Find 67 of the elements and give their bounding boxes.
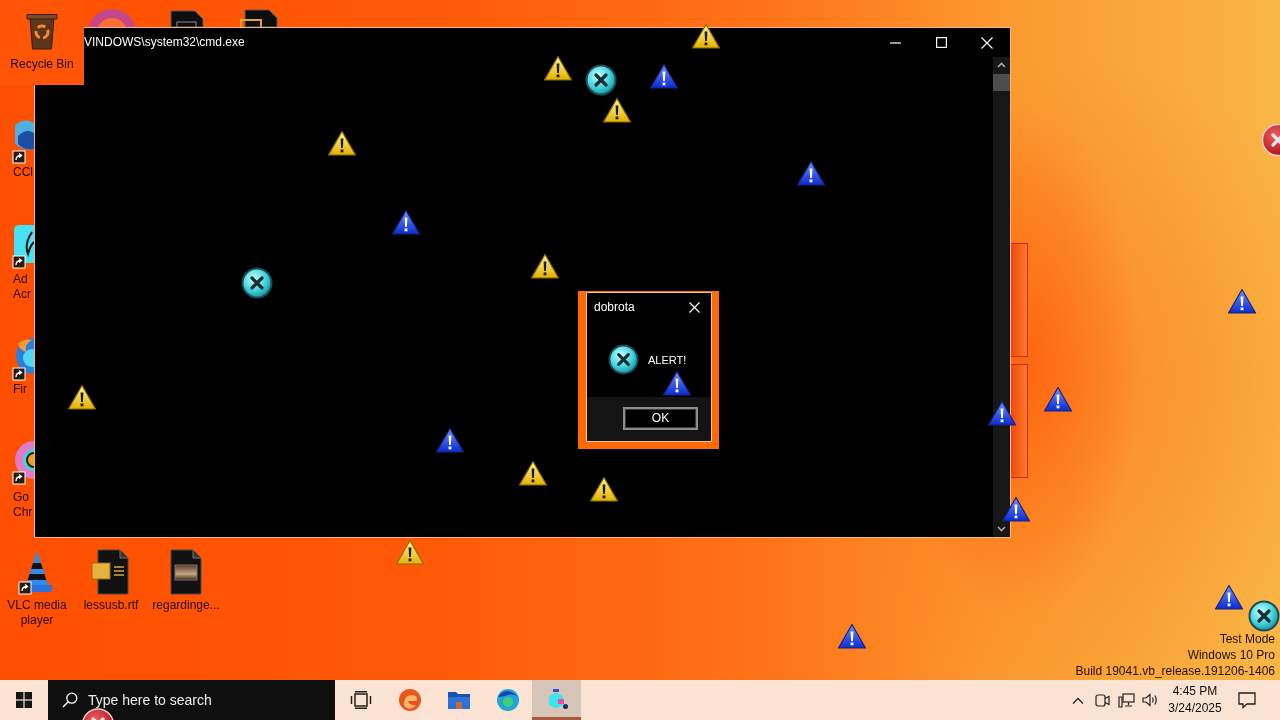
warning-icon bbox=[602, 97, 632, 124]
warning-icon bbox=[1001, 496, 1031, 523]
warning-icon bbox=[1043, 386, 1073, 413]
warning-icon bbox=[796, 160, 826, 187]
maximize-icon bbox=[935, 37, 947, 48]
warning-icon bbox=[691, 23, 721, 50]
system-info-text: Test Mode bbox=[1219, 631, 1275, 647]
warning-icon bbox=[543, 55, 573, 82]
recycle-bin-icon[interactable] bbox=[24, 11, 60, 51]
taskbar-app-button[interactable] bbox=[532, 680, 581, 720]
warning-icon bbox=[518, 460, 548, 487]
warning-icon bbox=[327, 130, 357, 157]
chevron-up-icon[interactable] bbox=[1072, 696, 1084, 704]
ok-button[interactable]: OK bbox=[623, 406, 698, 430]
desktop-icon-label: Ad Acr bbox=[13, 272, 32, 302]
error-icon bbox=[1248, 600, 1280, 632]
warning-icon bbox=[1227, 288, 1257, 315]
close-icon bbox=[689, 301, 700, 313]
system-info-text: Build 19041.vb_release.191206-1406 bbox=[1075, 663, 1275, 679]
app-icon[interactable] bbox=[12, 224, 34, 270]
browser-icon bbox=[495, 688, 520, 712]
error-icon bbox=[585, 64, 617, 96]
notification-icon bbox=[1238, 691, 1256, 709]
warning-icon bbox=[530, 253, 560, 280]
desktop-icon-label: VLC media player bbox=[6, 598, 68, 628]
document-icon[interactable] bbox=[170, 10, 204, 27]
error-icon bbox=[608, 343, 639, 375]
warning-icon bbox=[1214, 584, 1244, 611]
scrollbar[interactable] bbox=[993, 57, 1010, 537]
desktop-icon-label: lessusb.rtf bbox=[83, 598, 139, 613]
warning-icon bbox=[435, 427, 465, 454]
warning-icon bbox=[837, 623, 867, 650]
error-icon bbox=[82, 708, 114, 720]
error-icon bbox=[1261, 123, 1280, 157]
clock-button[interactable]: 4:45 PM 3/24/2025 bbox=[1164, 680, 1226, 720]
camera-icon[interactable] bbox=[1094, 692, 1110, 708]
document-icon[interactable] bbox=[91, 548, 131, 596]
warning-icon bbox=[589, 476, 619, 503]
warning-icon bbox=[649, 63, 679, 90]
warning-icon bbox=[662, 370, 692, 397]
task-view-icon bbox=[349, 691, 372, 709]
error-icon bbox=[241, 267, 273, 299]
dialog-message: ALERT! bbox=[648, 352, 687, 367]
dialog-title: dobrota bbox=[594, 299, 635, 315]
desktop-icon-label: regardinge... bbox=[152, 598, 220, 613]
search-field[interactable]: Type here to search bbox=[48, 680, 335, 720]
app-icon[interactable] bbox=[12, 119, 34, 165]
warning-icon bbox=[395, 539, 425, 566]
minimize-icon bbox=[889, 41, 901, 44]
folder-icon bbox=[446, 690, 471, 710]
window-title: VINDOWS\system32\cmd.exe bbox=[84, 35, 245, 50]
desktop-icon-label: Recycle Bin bbox=[10, 57, 74, 72]
warning-icon bbox=[987, 400, 1017, 427]
desktop-icon-label: CCl bbox=[13, 165, 34, 180]
windows-logo-icon bbox=[16, 692, 32, 708]
browser-icon bbox=[397, 688, 422, 712]
document-icon[interactable] bbox=[240, 9, 278, 27]
system-info-text: Windows 10 Pro bbox=[1187, 647, 1275, 663]
desktop-icon-label: Fir bbox=[13, 382, 28, 397]
close-icon bbox=[981, 36, 993, 49]
warning-icon bbox=[391, 209, 421, 236]
warning-icon bbox=[67, 384, 97, 411]
desktop-icon-label: Go Chr bbox=[13, 490, 34, 520]
network-icon[interactable] bbox=[1117, 692, 1135, 708]
volume-icon[interactable] bbox=[1141, 693, 1159, 707]
scrollbar-thumb[interactable] bbox=[993, 74, 1010, 91]
search-icon bbox=[62, 692, 78, 708]
